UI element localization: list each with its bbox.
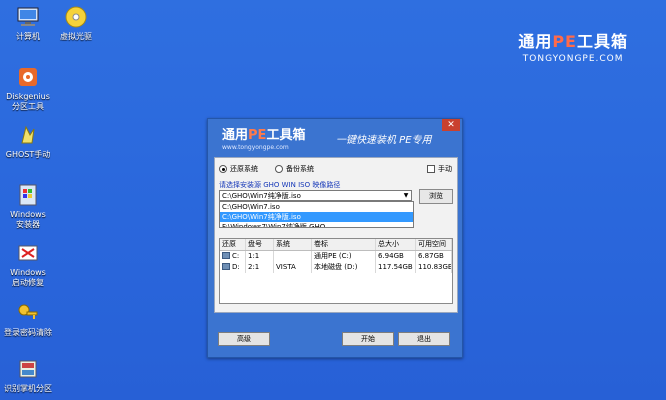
- window-url: www.tongyongpe.com: [222, 144, 289, 151]
- dropdown-option[interactable]: F:\Windows7\Win7纯净版.GHO: [220, 222, 413, 227]
- window-subtitle: 一键快速装机 PE专用: [336, 135, 432, 146]
- dropdown-option-selected[interactable]: C:\GHO\Win7纯净版.iso: [220, 212, 413, 222]
- radio-selected-icon: [219, 165, 227, 173]
- cd-drive-icon: [63, 4, 89, 30]
- dropdown-option[interactable]: C:\GHO\Win7.iso: [220, 202, 413, 212]
- windows-installer-icon: [15, 182, 41, 208]
- window-titlebar[interactable]: 通用PE工具箱 www.tongyongpe.com 一键快速装机 PE专用 ✕: [208, 119, 462, 157]
- drive-icon: [222, 252, 230, 259]
- checkbox-icon: [427, 165, 435, 173]
- dropdown-arrow-icon[interactable]: ▼: [401, 191, 411, 200]
- boot-repair-icon: [15, 240, 41, 266]
- desktop-icon-boot-repair[interactable]: Windows 启动修复: [0, 240, 56, 288]
- desktop-icon-windows-installer[interactable]: Windows 安装器: [0, 182, 56, 230]
- image-path-dropdown: C:\GHO\Win7.iso C:\GHO\Win7纯净版.iso F:\Wi…: [219, 201, 414, 228]
- window-title: 通用PE工具箱: [222, 128, 306, 143]
- desktop-icon-diskgenius[interactable]: Diskgenius 分区工具: [0, 64, 56, 112]
- image-path-select[interactable]: C:\GHO\Win7纯净版.iso ▼: [219, 190, 412, 201]
- restore-system-radio[interactable]: 还原系统: [219, 164, 258, 174]
- column-header[interactable]: 盘号: [246, 239, 274, 250]
- desktop-icon-password-clear[interactable]: 登录密码清除: [0, 300, 56, 338]
- main-panel: 还原系统 备份系统 手动 请选择安装源 GHO WIN ISO 映像路径 C:\…: [214, 157, 458, 313]
- desktop-icon-partition[interactable]: 识别掌机分区: [0, 356, 56, 394]
- desktop-icon-virtual-cd[interactable]: 虚拟光驱: [48, 4, 104, 42]
- drive-icon: [222, 263, 230, 270]
- brand-logo: 通用PE工具箱 TONGYONGPE.COM: [518, 32, 628, 64]
- diskgenius-icon: [15, 64, 41, 90]
- key-icon: [15, 300, 41, 326]
- radio-unselected-icon: [275, 165, 283, 173]
- browse-button[interactable]: 浏览: [419, 189, 453, 204]
- exit-button[interactable]: 退出: [398, 332, 450, 346]
- partition-icon: [15, 356, 41, 382]
- advanced-button[interactable]: 高级: [218, 332, 270, 346]
- column-header[interactable]: 卷标: [312, 239, 376, 250]
- column-header[interactable]: 总大小: [376, 239, 416, 250]
- close-button[interactable]: ✕: [442, 119, 460, 131]
- manual-checkbox[interactable]: 手动: [427, 164, 452, 174]
- table-header: 还原 盘号 系统 卷标 总大小 可用空间: [220, 239, 452, 251]
- computer-icon: [15, 4, 41, 30]
- backup-system-radio[interactable]: 备份系统: [275, 164, 314, 174]
- column-header[interactable]: 还原: [220, 239, 246, 250]
- start-button[interactable]: 开始: [342, 332, 394, 346]
- column-header[interactable]: 可用空间: [416, 239, 452, 250]
- table-row[interactable]: D: 2:1 VISTA 本地磁盘 (D:) 117.54GB 110.83GB: [220, 262, 452, 273]
- ghost-icon: [15, 122, 41, 148]
- source-prompt: 请选择安装源 GHO WIN ISO 映像路径: [219, 181, 341, 189]
- column-header[interactable]: 系统: [274, 239, 312, 250]
- table-row[interactable]: C: 1:1 通用PE (C:) 6.94GB 6.87GB: [220, 251, 452, 262]
- partition-table: 还原 盘号 系统 卷标 总大小 可用空间 C: 1:1 通用PE (C:) 6.…: [219, 238, 453, 304]
- desktop-icon-ghost[interactable]: GHOST手动: [0, 122, 56, 160]
- pe-installer-window: 通用PE工具箱 www.tongyongpe.com 一键快速装机 PE专用 ✕…: [207, 118, 463, 358]
